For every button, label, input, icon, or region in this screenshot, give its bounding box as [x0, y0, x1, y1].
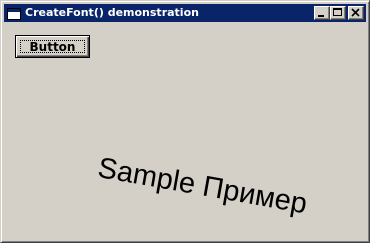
rotated-sample-text: Sample Пример	[95, 152, 310, 221]
app-window: CreateFont() demonstration Button Sample…	[0, 0, 370, 243]
window-title: CreateFont() demonstration	[25, 6, 199, 19]
close-icon	[351, 8, 360, 17]
close-button[interactable]	[348, 6, 364, 20]
push-button[interactable]: Button	[15, 35, 90, 58]
push-button-label: Button	[29, 39, 76, 54]
title-bar[interactable]: CreateFont() demonstration	[4, 4, 366, 22]
maximize-icon	[333, 8, 342, 16]
window-app-icon[interactable]	[7, 6, 21, 20]
maximize-button[interactable]	[330, 6, 346, 20]
minimize-icon	[318, 15, 324, 17]
client-area: Button Sample Пример	[4, 23, 366, 239]
minimize-button[interactable]	[314, 6, 330, 20]
